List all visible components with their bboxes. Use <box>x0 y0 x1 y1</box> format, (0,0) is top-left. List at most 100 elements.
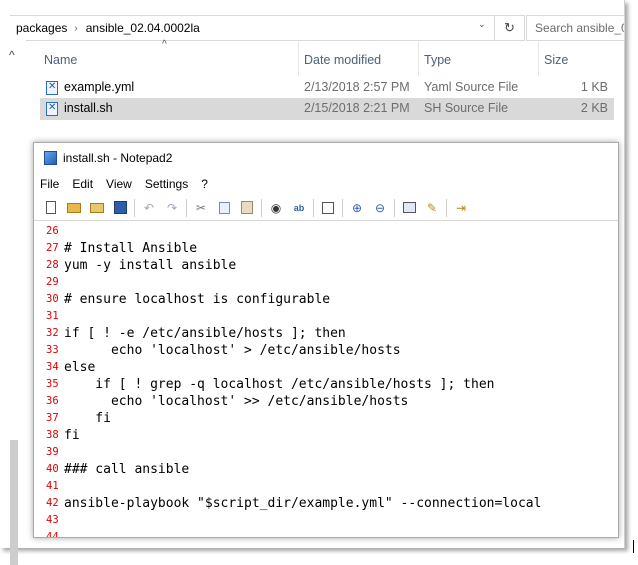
toolbar-separator <box>134 198 135 217</box>
undo-icon[interactable]: ↶ <box>140 199 158 217</box>
address-bar[interactable]: packages › ansible_02.04.0002la <box>10 15 495 41</box>
toolbar-separator <box>394 198 395 217</box>
code-text: else <box>64 360 96 375</box>
code-line[interactable]: 37 fi <box>34 410 618 427</box>
line-number: 38 <box>46 429 59 441</box>
file-date: 2/13/2018 2:57 PM <box>304 80 410 94</box>
column-divider[interactable] <box>538 42 539 76</box>
file-row-example-yml[interactable]: example.yml 2/13/2018 2:57 PM Yaml Sourc… <box>40 77 614 99</box>
code-line[interactable]: 26 <box>34 223 618 240</box>
code-line[interactable]: 34 else <box>34 359 618 376</box>
breadcrumb-ansible-folder[interactable]: ansible_02.04.0002la <box>80 21 205 35</box>
code-text: echo 'localhost' >> /etc/ansible/hosts <box>64 394 409 409</box>
replace-icon[interactable]: ab <box>290 199 308 217</box>
line-number: 32 <box>46 327 59 339</box>
customize-icon[interactable]: ✎ <box>423 199 441 217</box>
menu-file[interactable]: File <box>40 177 59 191</box>
code-line[interactable]: 27 # Install Ansible <box>34 240 618 257</box>
cut-icon[interactable]: ✂ <box>192 199 210 217</box>
paste-icon[interactable] <box>238 199 256 217</box>
yaml-file-icon <box>46 81 58 95</box>
menu-edit[interactable]: Edit <box>72 177 93 191</box>
navigation-scrollbar[interactable] <box>10 440 18 565</box>
search-input[interactable]: Search ansible_0 <box>526 15 625 41</box>
word-wrap-icon[interactable] <box>319 199 337 217</box>
code-line[interactable]: 33 echo 'localhost' > /etc/ansible/hosts <box>34 342 618 359</box>
line-number: 36 <box>46 395 59 407</box>
open-file-icon[interactable] <box>65 199 83 217</box>
breadcrumb-packages[interactable]: packages <box>10 21 72 35</box>
code-line[interactable]: 39 <box>34 444 618 461</box>
code-text: ### call ansible <box>64 462 190 477</box>
code-line[interactable]: 44 <box>34 529 618 538</box>
sh-file-icon <box>46 102 58 116</box>
code-line[interactable]: 30 # ensure localhost is configurable <box>34 291 618 308</box>
file-date: 2/15/2018 2:21 PM <box>304 101 410 115</box>
column-divider[interactable] <box>418 42 419 76</box>
toolbar-separator <box>446 198 447 217</box>
notepad2-window: install.sh - Notepad2 File Edit View Set… <box>33 142 619 538</box>
file-type: Yaml Source File <box>424 80 519 94</box>
line-number: 31 <box>46 310 59 322</box>
line-number: 30 <box>46 293 59 305</box>
toolbar-separator <box>313 198 314 217</box>
line-number: 27 <box>46 242 59 254</box>
zoom-out-icon[interactable]: ⊖ <box>371 199 389 217</box>
navigation-pane: ^ <box>0 38 26 565</box>
code-line[interactable]: 38 fi <box>34 427 618 444</box>
column-header-name[interactable]: Name <box>44 53 77 67</box>
scheme-icon[interactable] <box>400 199 418 217</box>
refresh-button[interactable]: ↻ <box>495 15 525 41</box>
new-file-icon[interactable] <box>42 199 60 217</box>
code-line[interactable]: 35 if [ ! grep -q localhost /etc/ansible… <box>34 376 618 393</box>
code-line[interactable]: 40 ### call ansible <box>34 461 618 478</box>
file-type: SH Source File <box>424 101 509 115</box>
column-header-size[interactable]: Size <box>544 53 568 67</box>
line-number: 41 <box>46 480 59 492</box>
copy-icon[interactable] <box>215 199 233 217</box>
code-line[interactable]: 41 <box>34 478 618 495</box>
zoom-in-icon[interactable]: ⊕ <box>348 199 366 217</box>
line-number: 39 <box>46 446 59 458</box>
code-line[interactable]: 32 if [ ! -e /etc/ansible/hosts ]; then <box>34 325 618 342</box>
column-header-type[interactable]: Type <box>424 53 451 67</box>
line-number: 37 <box>46 412 59 424</box>
find-icon[interactable]: ◉ <box>267 199 285 217</box>
code-text: fi <box>64 411 111 426</box>
line-number: 44 <box>46 531 59 538</box>
browse-icon[interactable] <box>88 199 106 217</box>
exit-icon[interactable]: ⇥ <box>452 199 470 217</box>
code-editor[interactable]: 26 27 # Install Ansible 28 yum -y install an… <box>34 223 618 538</box>
redo-icon[interactable]: ↷ <box>163 199 181 217</box>
code-line[interactable]: 28 yum -y install ansible <box>34 257 618 274</box>
code-text: ansible-playbook "$script_dir/example.ym… <box>64 496 542 511</box>
file-name: install.sh <box>64 101 113 115</box>
chevron-up-icon[interactable]: ^ <box>9 48 15 62</box>
toolbar-separator <box>261 198 262 217</box>
line-number: 40 <box>46 463 59 475</box>
save-icon[interactable] <box>111 199 129 217</box>
menu-bar: File Edit View Settings ? <box>34 173 618 195</box>
code-line[interactable]: 36 echo 'localhost' >> /etc/ansible/host… <box>34 393 618 410</box>
column-headers: Name ^ Date modified Type Size <box>36 39 616 76</box>
file-size: 1 KB <box>580 80 608 94</box>
code-line[interactable]: 31 <box>34 308 618 325</box>
menu-settings[interactable]: Settings <box>145 177 188 191</box>
code-line[interactable]: 29 <box>34 274 618 291</box>
column-header-date[interactable]: Date modified <box>304 53 381 67</box>
column-divider[interactable] <box>298 42 299 76</box>
code-text: fi <box>64 428 80 443</box>
title-bar[interactable]: install.sh - Notepad2 <box>34 143 618 173</box>
code-line[interactable]: 42 ansible-playbook "$script_dir/example.… <box>34 495 618 512</box>
notepad-app-icon[interactable] <box>44 151 57 165</box>
file-row-install-sh[interactable]: install.sh 2/15/2018 2:21 PM SH Source F… <box>40 98 614 120</box>
line-number: 33 <box>46 344 59 356</box>
menu-view[interactable]: View <box>106 177 132 191</box>
text-cursor <box>633 540 634 553</box>
code-line[interactable]: 43 <box>34 512 618 529</box>
chevron-down-icon[interactable]: ⌄ <box>478 19 486 30</box>
file-size: 2 KB <box>580 101 608 115</box>
menu-help[interactable]: ? <box>201 177 208 191</box>
sort-ascending-icon: ^ <box>162 39 167 50</box>
code-text: if [ ! -e /etc/ansible/hosts ]; then <box>64 326 346 341</box>
